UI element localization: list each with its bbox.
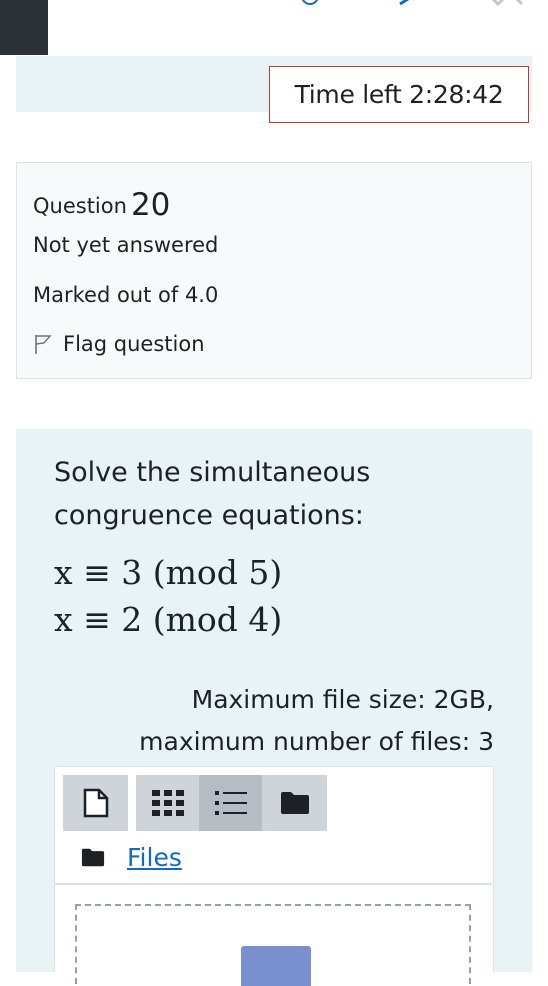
file-manager: Files [54, 766, 494, 986]
file-path-breadcrumb: Files [81, 843, 182, 872]
user-menu-chevron-icon[interactable] [486, 0, 526, 6]
question-prompt: Solve the simultaneous congruence equati… [54, 457, 371, 531]
files-link[interactable]: Files [127, 843, 182, 872]
question-number: Question 20 [33, 187, 170, 223]
max-file-size: Maximum file size: 2GB, [191, 685, 494, 714]
question-state: Not yet answered [33, 233, 219, 257]
question-content: Solve the simultaneous congruence equati… [16, 429, 532, 986]
grid-icon [151, 790, 184, 816]
message-icon[interactable] [398, 0, 418, 6]
folder-icon [81, 848, 105, 867]
upload-icon [241, 946, 311, 986]
max-number-of-files: maximum number of files: 3 [139, 727, 494, 756]
view-icons-button[interactable] [136, 775, 199, 831]
view-list-button[interactable] [199, 775, 262, 831]
quiz-timer: Time left 2:28:42 [269, 66, 529, 123]
nav-drawer-button[interactable] [0, 0, 48, 55]
flag-icon [35, 335, 52, 354]
question-number-value: 20 [130, 187, 171, 223]
top-navbar [0, 0, 548, 56]
equation-2: x ≡ 2 (mod 4) [54, 600, 283, 639]
flag-question-button[interactable]: Flag question [33, 332, 205, 356]
list-icon [214, 791, 247, 815]
equation-1: x ≡ 3 (mod 5) [54, 553, 283, 592]
flag-question-label: Flag question [63, 332, 205, 356]
file-drop-zone[interactable] [75, 904, 471, 986]
folder-icon [280, 792, 309, 814]
question-info-panel: Question 20 Not yet answered Marked out o… [16, 162, 532, 379]
add-file-button[interactable] [63, 775, 128, 831]
question-number-label: Question [33, 194, 127, 218]
file-manager-divider [55, 883, 492, 885]
notification-icon[interactable] [300, 0, 320, 6]
view-tree-button[interactable] [262, 775, 327, 831]
file-icon [83, 788, 108, 818]
question-grade: Marked out of 4.0 [33, 283, 219, 307]
